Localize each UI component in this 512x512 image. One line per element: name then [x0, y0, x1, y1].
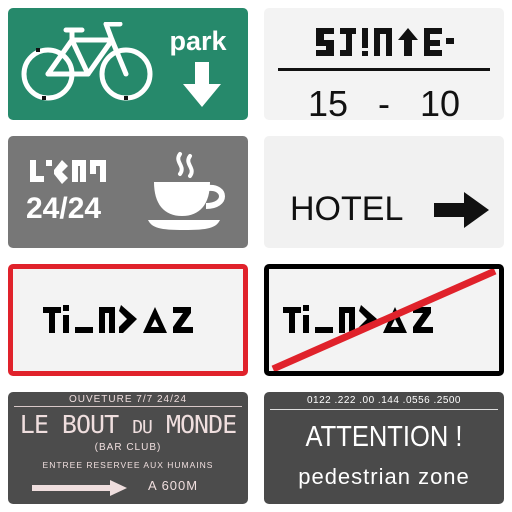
- town-exit-sign: [264, 264, 504, 376]
- glyph-script-icon: [316, 28, 454, 56]
- hotel-label: HOTEL: [290, 190, 404, 228]
- cross-out-line: [271, 269, 497, 371]
- bar-subtitle: (BAR CLUB): [94, 442, 162, 453]
- bicycle-icon: [21, 22, 153, 101]
- coffee-cup-icon: [148, 152, 225, 230]
- bar-title-part: LE BOUT: [19, 410, 133, 439]
- cafe-sign: 24/24: [8, 136, 248, 248]
- park-sign: park: [8, 8, 248, 120]
- end-time: 10: [420, 83, 461, 121]
- entry-note: ENTREE RESERVEE AUX HUMAINS: [42, 460, 214, 470]
- divider: [270, 409, 498, 410]
- attention-sign: 0122 .222 .00 .144 .0556 .2500 ATTENTION…: [264, 392, 504, 504]
- times-row: 15 - 10: [264, 83, 504, 121]
- start-time: 15: [307, 83, 348, 121]
- times-sign: 15 - 10: [264, 8, 504, 120]
- opening-hours: OUVETURE 7/7 24/24: [68, 394, 188, 405]
- attention-subtitle: pedestrian zone: [298, 464, 470, 489]
- bar-title: LE BOUT DU MONDE: [8, 410, 248, 443]
- divider: [14, 406, 242, 407]
- bar-title-part: MONDE: [151, 410, 237, 439]
- town-entry-sign: [8, 264, 248, 376]
- time-separator: -: [378, 83, 390, 121]
- arrow-right-icon: [434, 192, 489, 228]
- bar-club-sign: OUVETURE 7/7 24/24 LE BOUT DU MONDE (BAR…: [8, 392, 248, 504]
- hotel-sign: HOTEL: [264, 136, 504, 248]
- glyph-script-icon: [43, 305, 193, 333]
- attention-headline: ATTENTION !: [305, 421, 463, 453]
- divider: [278, 68, 490, 71]
- bar-title-part: DU: [132, 417, 153, 438]
- hours-label: 24/24: [26, 192, 102, 225]
- phone-number: 0122 .222 .00 .144 .0556 .2500: [306, 395, 461, 406]
- park-label: park: [169, 26, 227, 56]
- glyph-script-icon: [30, 160, 106, 184]
- arrow-down-icon: [183, 62, 221, 107]
- arrow-right-icon: [32, 480, 127, 496]
- distance-label: A 600M: [148, 478, 199, 493]
